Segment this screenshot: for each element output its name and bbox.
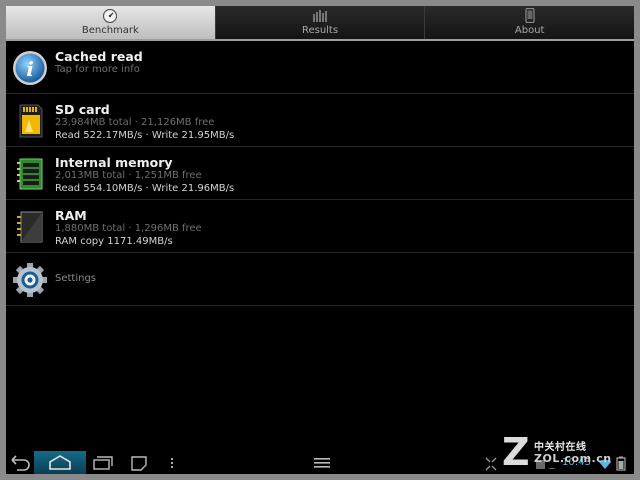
item-title: Settings: [55, 273, 97, 284]
item-title: Cached read: [55, 49, 143, 64]
list-item-cached-read[interactable]: i Cached read Tap for more info: [6, 41, 634, 94]
item-subtitle: 1,880MB total · 1,296MB free: [55, 223, 202, 234]
item-result: Read 554.10MB/s · Write 21.96MB/s: [55, 183, 235, 194]
tab-results[interactable]: Results: [215, 6, 426, 39]
item-result: RAM copy 1171.49MB/s: [55, 236, 173, 247]
list-item-settings[interactable]: Settings: [6, 253, 634, 306]
tab-bar: Benchmark Results About: [6, 6, 634, 39]
ram-chip-icon: [17, 211, 43, 243]
memory-chip-icon: [17, 158, 43, 190]
tab-label: Results: [301, 25, 339, 36]
list-item-ram[interactable]: RAM 1,880MB total · 1,296MB free RAM cop…: [6, 200, 634, 253]
item-subtitle: 23,984MB total · 21,126MB free: [55, 117, 215, 128]
item-title: RAM: [55, 208, 87, 223]
tab-label: Benchmark: [81, 25, 139, 36]
phone-icon: [525, 8, 535, 23]
info-icon: i: [13, 51, 47, 85]
screenshot-icon[interactable]: [128, 451, 150, 474]
overflow-menu-icon[interactable]: [166, 451, 178, 474]
item-title: SD card: [55, 102, 110, 117]
item-title: Internal memory: [55, 155, 173, 170]
bar-chart-icon: [313, 10, 327, 22]
watermark-text: 中关村在线: [534, 442, 587, 453]
item-subtitle: Tap for more info: [55, 64, 140, 75]
back-icon[interactable]: [8, 451, 32, 474]
item-result: Read 522.17MB/s · Write 21.95MB/s: [55, 130, 235, 141]
recent-apps-icon[interactable]: [90, 451, 116, 474]
sd-card-icon: [19, 104, 43, 138]
home-icon[interactable]: [46, 451, 74, 474]
menu-icon[interactable]: [311, 451, 333, 474]
item-subtitle: 2,013MB total · 1,251MB free: [55, 170, 202, 181]
svg-text:i: i: [26, 57, 34, 81]
zol-logo: Z: [502, 430, 530, 474]
tab-about[interactable]: About: [425, 6, 634, 39]
benchmark-list: i Cached read Tap for more info SD card …: [6, 41, 634, 306]
watermark: Z 中关村在线 ZOL.com.cn: [494, 432, 624, 472]
gauge-icon: [103, 8, 118, 23]
watermark-url: ZOL.com.cn: [534, 452, 612, 465]
tab-label: About: [514, 25, 545, 36]
tab-benchmark[interactable]: Benchmark: [6, 6, 216, 39]
list-item-sd-card[interactable]: SD card 23,984MB total · 21,126MB free R…: [6, 94, 634, 147]
app-screen: Benchmark Results About i Cached read Ta…: [6, 6, 634, 474]
gear-icon: [13, 263, 47, 297]
list-item-internal-memory[interactable]: Internal memory 2,013MB total · 1,251MB …: [6, 147, 634, 200]
